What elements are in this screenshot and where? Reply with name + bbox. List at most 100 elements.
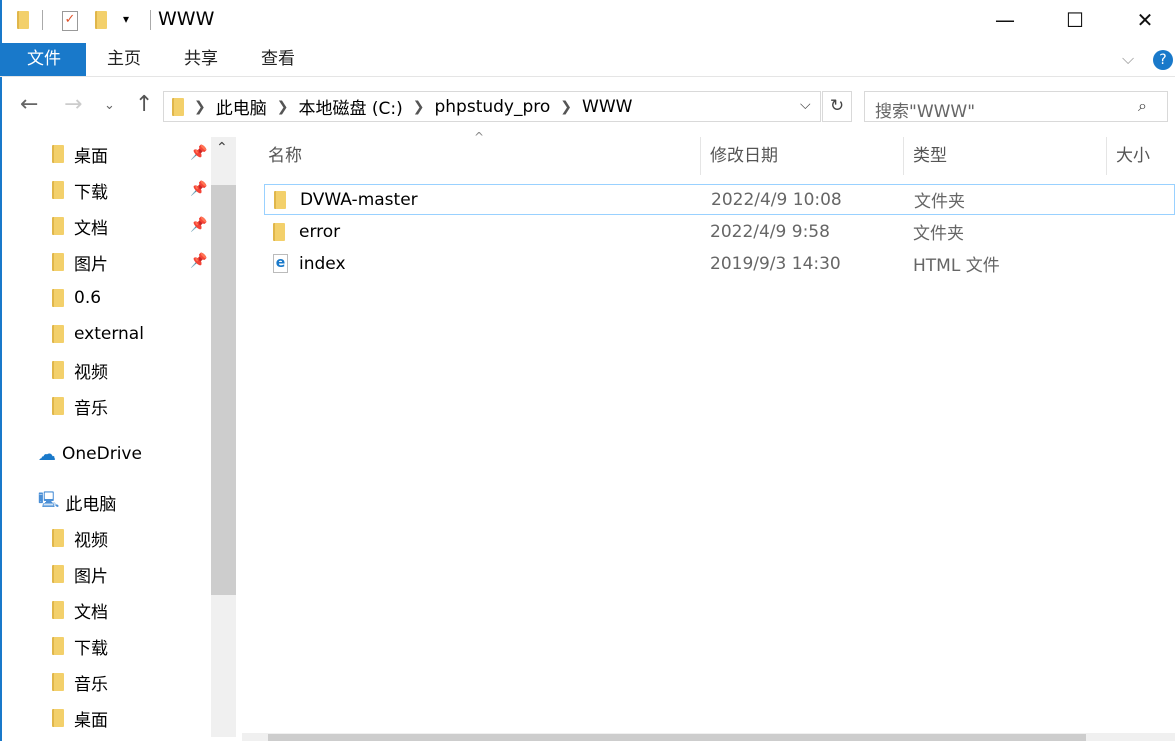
desktop-folder-icon [52, 709, 64, 727]
breadcrumb-item[interactable]: 此电脑 [216, 94, 267, 119]
column-date[interactable]: 修改日期 [710, 137, 778, 175]
address-bar[interactable]: ❯此电脑 ❯本地磁盘 (C:) ❯phpstudy_pro ❯WWW [163, 91, 821, 122]
file-name: index [299, 254, 346, 274]
column-size[interactable]: 大小 [1116, 137, 1150, 175]
search-icon[interactable]: ⌕ [1138, 96, 1147, 116]
sidebar-item-pc-videos[interactable]: 视频 [52, 523, 108, 553]
label: 桌面 [74, 142, 108, 167]
maximize-button[interactable]: ☐ [1052, 4, 1098, 36]
music-folder-icon [52, 673, 64, 691]
file-type: 文件夹 [914, 187, 965, 212]
downloads-folder-icon [52, 637, 64, 655]
chevron-icon: ❯ [194, 99, 206, 115]
file-type: HTML 文件 [913, 251, 1000, 276]
desktop-folder-icon [52, 145, 64, 163]
file-type: 文件夹 [913, 219, 964, 244]
label: 音乐 [74, 394, 108, 419]
horizontal-scrollbar-thumb[interactable] [268, 734, 1086, 741]
folder-icon [273, 223, 285, 241]
sidebar-item-videos[interactable]: 视频 [52, 355, 108, 385]
music-folder-icon [52, 397, 64, 415]
sidebar-item-external[interactable]: external [52, 319, 144, 349]
up-button[interactable]: ↑ [135, 92, 153, 117]
chevron-icon: ❯ [560, 99, 572, 115]
pin-icon[interactable]: 📌 [190, 217, 207, 233]
file-date: 2022/4/9 9:58 [710, 222, 830, 242]
sidebar-item-this-pc[interactable]: 🖳此电脑 [38, 487, 116, 517]
sidebar-item-onedrive[interactable]: ☁OneDrive [38, 439, 142, 469]
folder-icon [52, 289, 64, 307]
file-date: 2019/9/3 14:30 [710, 254, 841, 274]
minimize-button[interactable]: — [982, 4, 1028, 36]
label: 桌面 [74, 706, 108, 731]
column-type[interactable]: 类型 [913, 137, 947, 175]
divider [42, 10, 43, 30]
recent-dropdown-icon[interactable]: ⌄ [104, 98, 115, 113]
label: external [74, 324, 144, 344]
file-row[interactable]: DVWA-master 2022/4/9 10:08 文件夹 [264, 184, 1175, 215]
scroll-up-icon[interactable]: ⌃ [216, 140, 228, 156]
sidebar-item-documents[interactable]: 文档 [52, 211, 108, 241]
sidebar-item-pc-desktop[interactable]: 桌面 [52, 703, 108, 733]
folder-icon [52, 325, 64, 343]
pin-icon[interactable]: 📌 [190, 253, 207, 269]
tab-share[interactable]: 共享 [169, 43, 233, 76]
file-name: DVWA-master [300, 190, 418, 210]
ribbon: 文件 主页 共享 查看 ⌵ ? [0, 43, 1175, 77]
column-divider[interactable] [700, 137, 701, 175]
documents-folder-icon [52, 601, 64, 619]
file-date: 2022/4/9 10:08 [711, 190, 842, 210]
file-name: error [299, 222, 340, 242]
label: 下载 [74, 634, 108, 659]
pictures-folder-icon [52, 565, 64, 583]
new-folder-icon[interactable] [95, 11, 107, 29]
computer-icon: 🖳 [38, 489, 59, 516]
quick-access-dropdown-icon[interactable]: ▾ [123, 12, 129, 26]
label: 音乐 [74, 670, 108, 695]
sort-ascending-icon: ^ [474, 130, 484, 144]
properties-icon[interactable]: ✓ [62, 11, 78, 31]
help-icon[interactable]: ? [1153, 50, 1173, 70]
tab-home[interactable]: 主页 [92, 43, 156, 76]
edge-html-icon: e [273, 254, 288, 273]
sidebar-item-pc-documents[interactable]: 文档 [52, 595, 108, 625]
file-row[interactable]: error 2022/4/9 9:58 文件夹 [264, 216, 1175, 247]
folder-icon [274, 191, 286, 209]
sidebar-item-pc-music[interactable]: 音乐 [52, 667, 108, 697]
search-input[interactable]: 搜索"WWW" [864, 91, 1168, 122]
sidebar-item-music[interactable]: 音乐 [52, 391, 108, 421]
breadcrumb-item[interactable]: phpstudy_pro [434, 97, 550, 117]
column-divider[interactable] [903, 137, 904, 175]
sidebar-item-pc-pictures[interactable]: 图片 [52, 559, 108, 589]
downloads-folder-icon [52, 181, 64, 199]
sidebar-item-downloads[interactable]: 下载 [52, 175, 108, 205]
sidebar-item-desktop[interactable]: 桌面 [52, 139, 108, 169]
address-dropdown-icon[interactable]: ⌵ [800, 97, 811, 113]
column-divider[interactable] [1106, 137, 1107, 175]
label: OneDrive [62, 444, 142, 464]
window-edge [0, 0, 2, 741]
sidebar-scrollbar-thumb[interactable] [211, 185, 236, 595]
chevron-icon: ❯ [413, 99, 425, 115]
breadcrumb-item[interactable]: WWW [582, 97, 632, 117]
expand-ribbon-icon[interactable]: ⌵ [1122, 49, 1134, 69]
refresh-button[interactable]: ↻ [822, 91, 852, 122]
tab-file[interactable]: 文件 [2, 43, 86, 76]
label: 图片 [74, 562, 108, 587]
window-title: WWW [158, 8, 214, 30]
tab-view[interactable]: 查看 [246, 43, 310, 76]
label: 文档 [74, 214, 108, 239]
sidebar-item-pc-downloads[interactable]: 下载 [52, 631, 108, 661]
videos-folder-icon [52, 361, 64, 379]
breadcrumb-item[interactable]: 本地磁盘 (C:) [298, 94, 402, 119]
pin-icon[interactable]: 📌 [190, 181, 207, 197]
column-name[interactable]: 名称 [268, 137, 302, 175]
folder-icon [172, 98, 184, 116]
sidebar-item-pictures[interactable]: 图片 [52, 247, 108, 277]
file-row[interactable]: e index 2019/9/3 14:30 HTML 文件 [264, 248, 1175, 279]
back-button[interactable]: ← [20, 92, 38, 117]
forward-button[interactable]: → [64, 92, 82, 117]
pin-icon[interactable]: 📌 [190, 145, 207, 161]
close-button[interactable]: ✕ [1122, 4, 1168, 36]
sidebar-item-0-6[interactable]: 0.6 [52, 283, 101, 313]
